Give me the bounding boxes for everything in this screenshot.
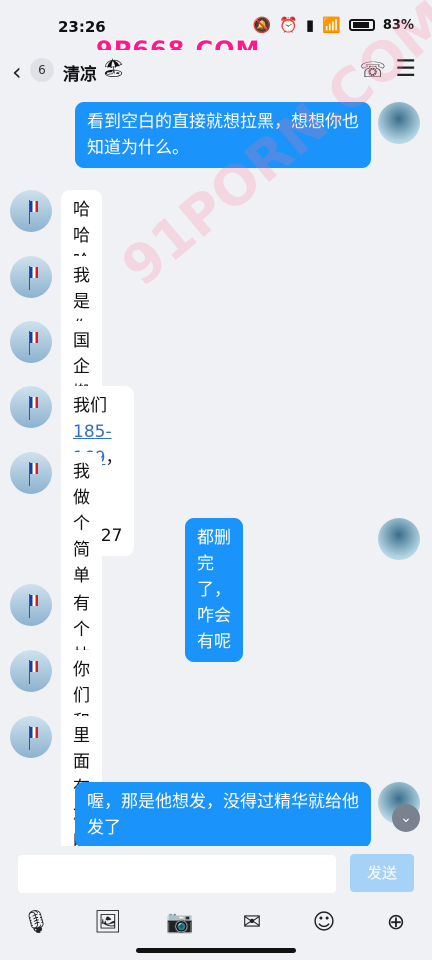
contact-avatar[interactable]	[10, 386, 52, 428]
mute-icon: 🔕	[252, 16, 272, 34]
signal-icon: ▮	[305, 16, 315, 34]
chat-title[interactable]: 清凉	[63, 60, 97, 85]
wifi-icon: 📶	[322, 16, 341, 34]
self-avatar[interactable]	[378, 518, 420, 560]
contact-avatar[interactable]	[10, 650, 52, 692]
contact-avatar[interactable]	[10, 452, 52, 494]
chevron-down-icon[interactable]: ⌄	[392, 804, 420, 832]
input-area: 发送 🎙 🖼 📷 ✉ ☺ ⊕	[0, 846, 432, 960]
contact-avatar[interactable]	[10, 584, 52, 626]
contact-avatar[interactable]	[10, 190, 52, 232]
camera-icon[interactable]: 📷	[165, 910, 195, 935]
alarm-icon: ⏰	[279, 16, 298, 34]
contact-avatar[interactable]	[10, 256, 52, 298]
image-icon[interactable]: 🖼	[93, 910, 123, 935]
emoji-icon[interactable]: ☺	[309, 910, 339, 935]
message-text: 我们	[73, 396, 107, 416]
plus-icon[interactable]: ⊕	[381, 910, 411, 935]
self-avatar[interactable]	[378, 102, 420, 144]
red-packet-icon[interactable]: ✉	[237, 910, 267, 935]
sun-emoji-icon: 🏖	[102, 58, 125, 79]
contact-avatar[interactable]	[10, 716, 52, 758]
chevron-left-icon[interactable]: ‹	[12, 58, 22, 86]
status-time: 23:26	[58, 18, 106, 36]
unread-count-badge: 6	[30, 58, 54, 82]
message-bubble[interactable]: 都删完了，咋会有呢	[185, 518, 243, 662]
send-button[interactable]: 发送	[350, 854, 414, 892]
microphone-icon[interactable]: 🎙	[21, 910, 51, 935]
home-indicator	[136, 948, 296, 953]
input-toolbar: 🎙 🖼 📷 ✉ ☺ ⊕	[0, 910, 432, 942]
contact-avatar[interactable]	[10, 321, 52, 363]
message-bubble[interactable]: 喔，那是他想发，没得过精华就给他发了	[75, 782, 371, 848]
message-input[interactable]	[18, 855, 336, 893]
